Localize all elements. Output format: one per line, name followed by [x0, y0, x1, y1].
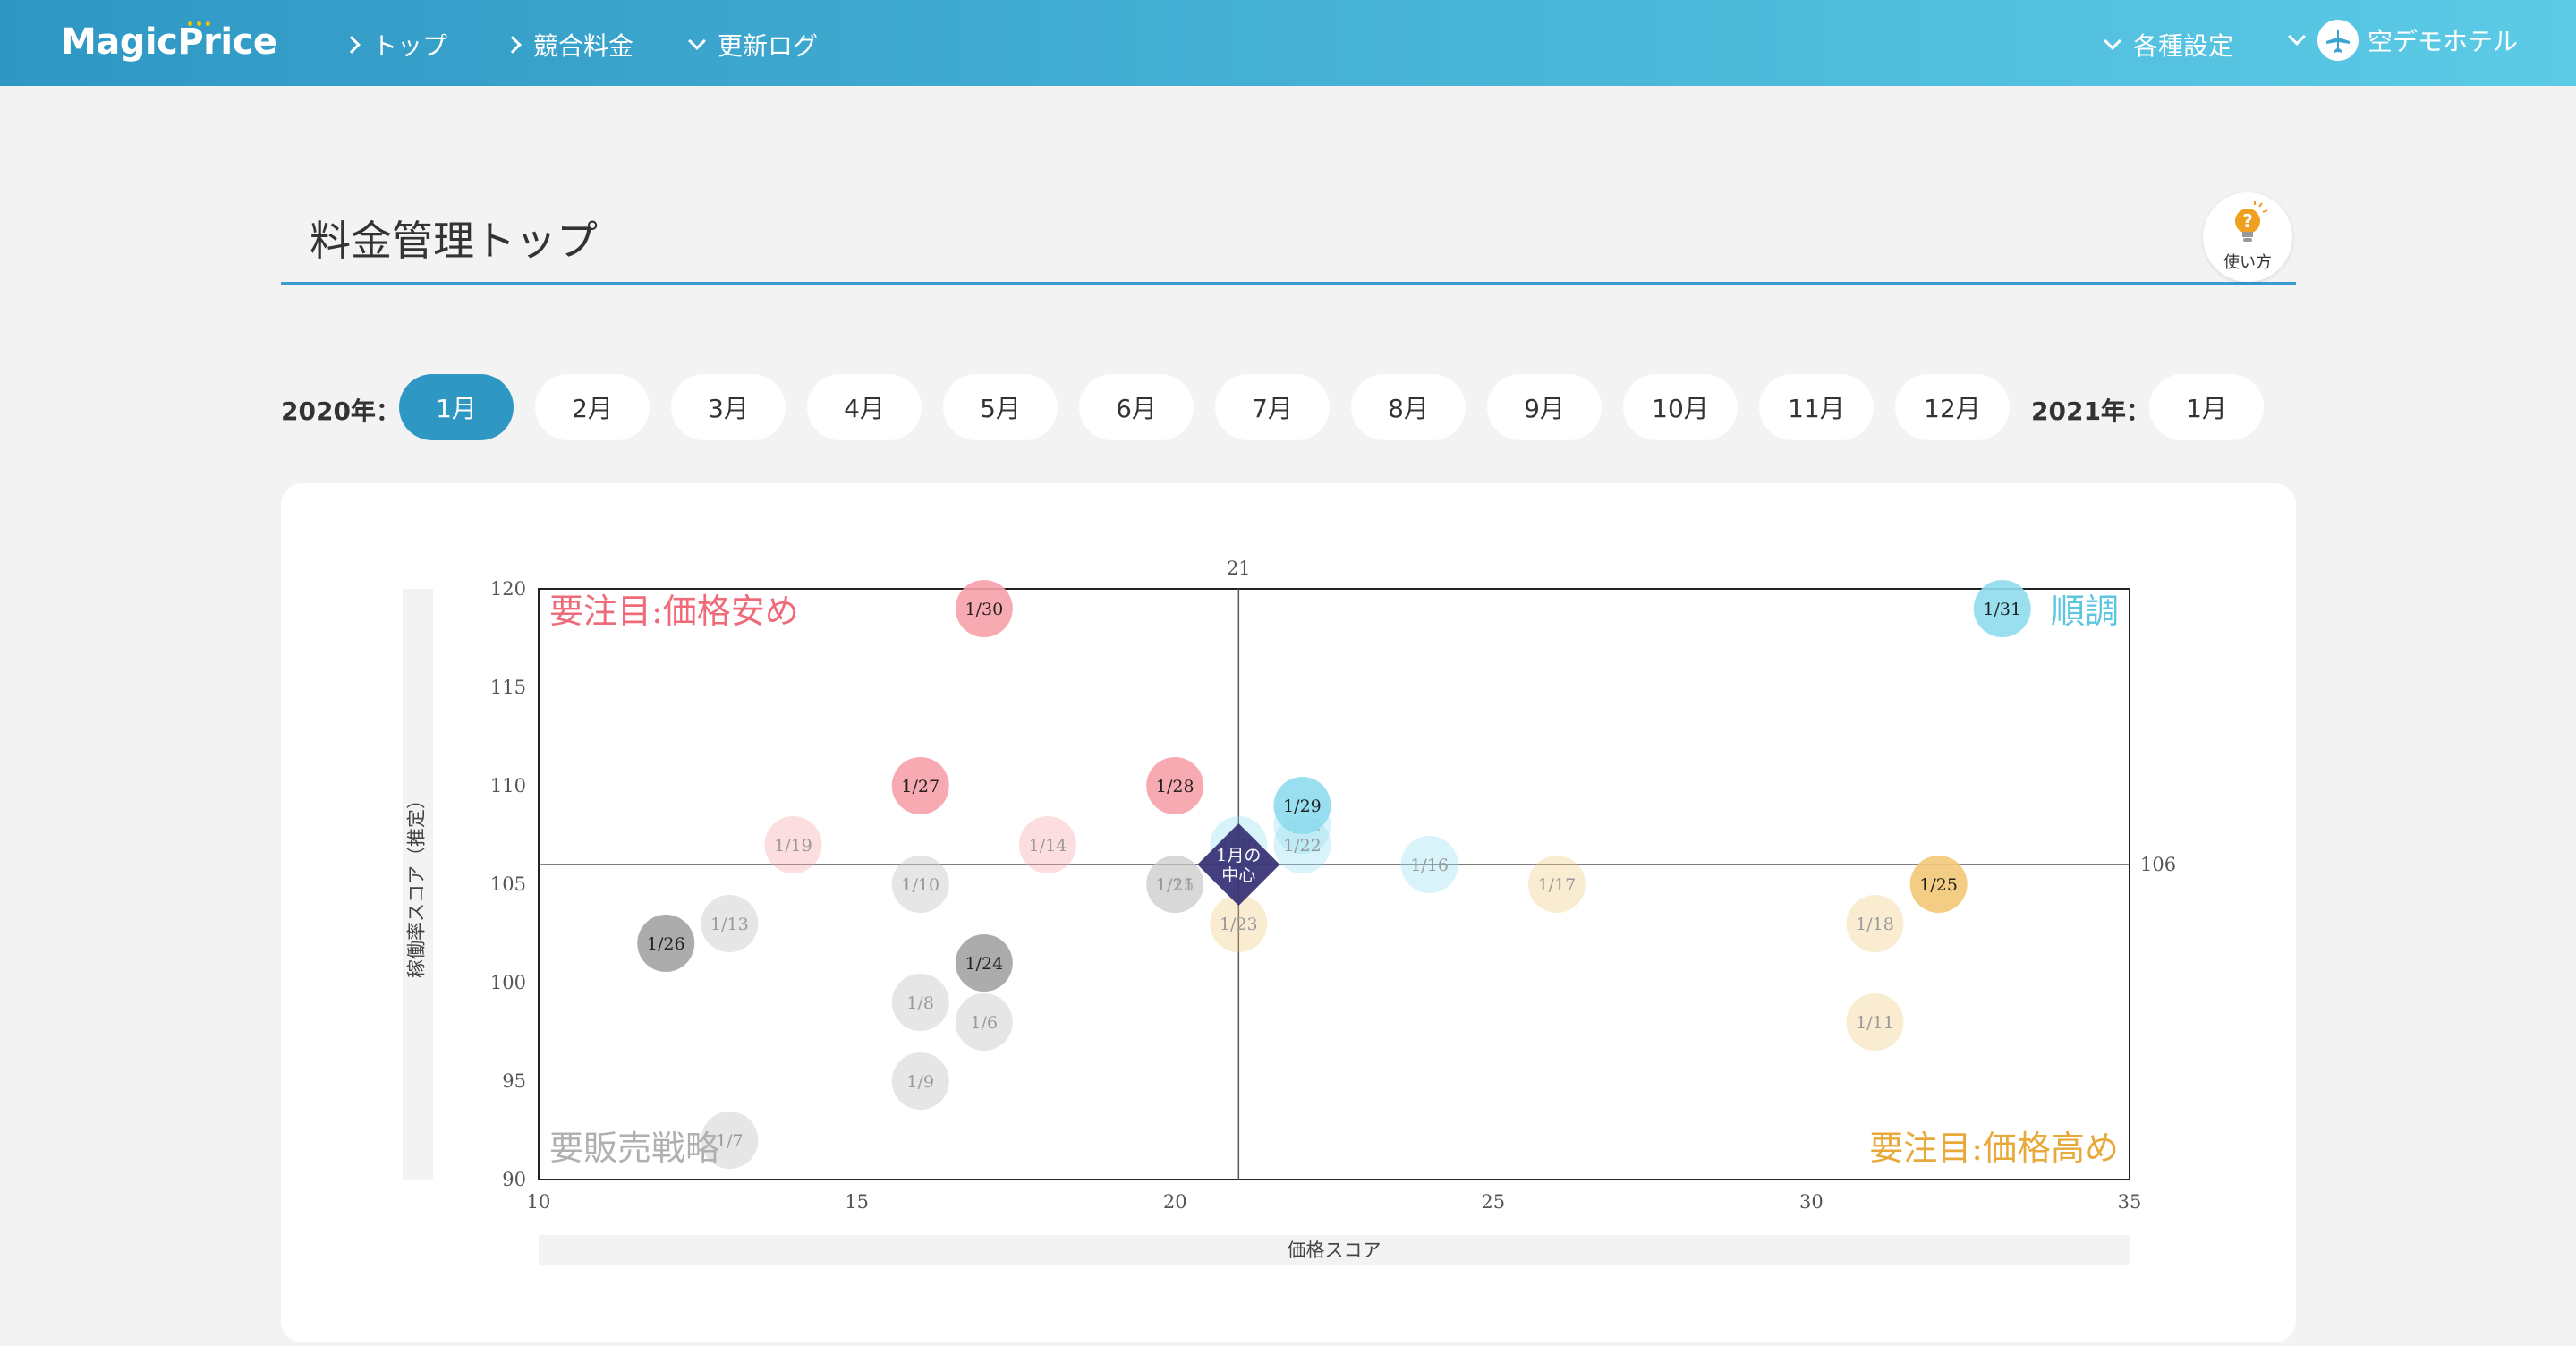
data-point-label: 1/11 [1856, 1013, 1894, 1033]
month-2020-8[interactable]: 8月 [1351, 374, 1466, 440]
x-axis-title: 価格スコア [1288, 1240, 1382, 1261]
y-tick-label: 120 [490, 578, 526, 600]
data-point-label: 1/8 [906, 993, 934, 1013]
plot-frame [538, 588, 2130, 1180]
svg-text:?: ? [2242, 210, 2253, 232]
y-tick-label: 105 [490, 873, 526, 895]
quadrant-label-bottom-left: 要販売戦略 [549, 1129, 719, 1168]
data-point-label: 1/7 [716, 1131, 744, 1151]
y-tick-label: 110 [490, 775, 526, 797]
logo[interactable]: MagicPrice ••• [61, 18, 277, 63]
data-point-label: 1/29 [1283, 797, 1322, 816]
year-2021-label: 2021年： [2031, 396, 2151, 426]
month-2020-6[interactable]: 6月 [1079, 374, 1194, 440]
nav-top[interactable]: トップ [343, 27, 448, 63]
nav-update-log-label: 更新ログ [718, 31, 819, 61]
page-title-section: 料金管理トップ ? 使い方 [281, 183, 2296, 285]
data-point-label: 1/24 [965, 954, 1004, 974]
month-2020-5[interactable]: 5月 [943, 374, 1058, 440]
month-2020-1[interactable]: 1月 [399, 374, 514, 440]
lightbulb-icon: ? [2235, 201, 2268, 242]
hotel-menu[interactable]: 空デモホテル [2288, 20, 2519, 61]
x-tick-label: 35 [2118, 1191, 2142, 1213]
quadrant-label-bottom-right: 要注目:価格高め [1869, 1129, 2119, 1168]
data-point-label: 1/16 [1410, 856, 1449, 875]
data-point-label: 1/6 [971, 1013, 999, 1033]
month-2020-12[interactable]: 12月 [1895, 374, 2010, 440]
quadrant-label-top-left: 要注目:価格安め [549, 592, 799, 631]
hotel-avatar-icon [2317, 20, 2359, 61]
y-axis-title: 稼働率スコア（推定） [406, 790, 428, 978]
help-button[interactable]: ? 使い方 [2203, 192, 2292, 282]
data-point-label: 1/18 [1856, 915, 1894, 934]
chevron-right-icon [343, 36, 361, 54]
data-point-label: 1/19 [774, 836, 812, 856]
month-selector: 2020年： 1月 2月 3月 4月 5月 6月 7月 8月 9月 10月 11… [0, 374, 2576, 440]
data-point-label: 1/17 [1538, 875, 1577, 895]
chart-card: 10 15 20 25 30 35 90 95 100 105 110 115 120 価格スコア 稼働率ス… [281, 483, 2296, 1342]
x-tick-label: 10 [527, 1191, 551, 1213]
x-tick-label: 25 [1481, 1191, 1505, 1213]
year-2020-label: 2020年： [281, 396, 401, 426]
y-tick-label: 90 [502, 1169, 526, 1190]
chevron-down-icon [2288, 28, 2306, 46]
nav-top-label: トップ [372, 31, 448, 61]
chevron-down-icon [2104, 32, 2121, 50]
month-2020-3[interactable]: 3月 [671, 374, 786, 440]
month-2020-9[interactable]: 9月 [1487, 374, 1602, 440]
x-tick-label: 30 [1799, 1191, 1824, 1213]
data-point-label: 1/25 [1919, 875, 1958, 895]
nav-competitor-rates[interactable]: 競合料金 [504, 27, 634, 63]
data-point-label: 1/9 [906, 1072, 934, 1092]
settings-menu-label: 各種設定 [2133, 31, 2234, 61]
app-header: MagicPrice ••• トップ 競合料金 更新ログ 各種設定 空デモホテル [0, 0, 2576, 86]
month-2020-7[interactable]: 7月 [1215, 374, 1330, 440]
month-2020-2[interactable]: 2月 [535, 374, 650, 440]
data-point-label: 1/22 [1283, 836, 1322, 856]
center-y-label: 106 [2140, 854, 2176, 875]
logo-text: MagicPrice [61, 21, 277, 63]
center-marker-label-line1: 1月の [1216, 846, 1261, 865]
hotel-menu-label: 空デモホテル [2368, 27, 2519, 56]
data-point-label: 1/30 [965, 600, 1004, 619]
month-2020-11[interactable]: 11月 [1759, 374, 1874, 440]
month-2021-1[interactable]: 1月 [2149, 374, 2264, 440]
chevron-right-icon [504, 36, 522, 54]
x-tick-label: 15 [845, 1191, 869, 1213]
help-button-label: 使い方 [2223, 253, 2272, 272]
month-2020-4[interactable]: 4月 [807, 374, 922, 440]
positioning-scatter-chart: 10 15 20 25 30 35 90 95 100 105 110 115 120 価格スコア 稼働率ス… [403, 558, 2176, 1265]
y-tick-label: 100 [490, 972, 526, 993]
data-point-label: 1/31 [1983, 600, 2021, 619]
chevron-down-icon [688, 32, 706, 50]
data-point-label: 1/21 [1156, 875, 1194, 895]
nav-competitor-rates-label: 競合料金 [533, 31, 634, 61]
logo-dots-icon: ••• [186, 18, 213, 32]
month-2020-10[interactable]: 10月 [1623, 374, 1738, 440]
data-point-label: 1/14 [1029, 836, 1067, 856]
data-point-label: 1/26 [647, 934, 685, 954]
data-point-label: 1/28 [1156, 777, 1194, 797]
settings-menu[interactable]: 各種設定 [2104, 27, 2234, 63]
data-point-label: 1/13 [710, 915, 749, 934]
nav-update-log[interactable]: 更新ログ [688, 27, 819, 63]
data-point-label: 1/23 [1220, 915, 1258, 934]
quadrant-label-top-right: 順調 [2051, 592, 2119, 631]
y-tick-label: 95 [502, 1070, 526, 1092]
y-tick-label: 115 [490, 677, 526, 698]
x-tick-label: 20 [1163, 1191, 1187, 1213]
page-title: 料金管理トップ [310, 217, 598, 265]
center-marker-label-line2: 中心 [1221, 865, 1255, 885]
data-point-label: 1/10 [901, 875, 939, 895]
center-x-label: 21 [1227, 558, 1251, 579]
data-point-label: 1/27 [901, 777, 939, 797]
